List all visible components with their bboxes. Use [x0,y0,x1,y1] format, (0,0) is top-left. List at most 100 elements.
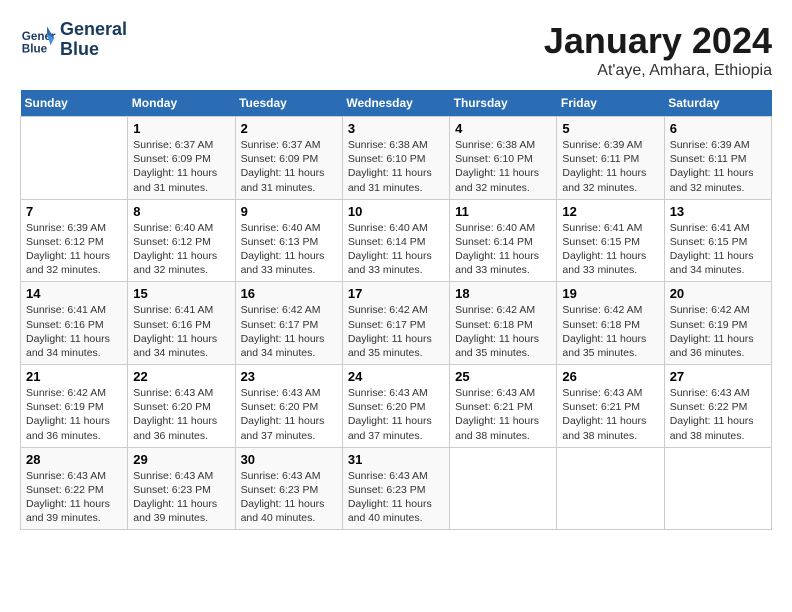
day-info: Sunrise: 6:41 AM Sunset: 6:16 PM Dayligh… [133,303,229,360]
day-number: 9 [241,204,337,219]
calendar-cell: 10 Sunrise: 6:40 AM Sunset: 6:14 PM Dayli… [342,199,449,282]
day-number: 18 [455,286,551,301]
calendar-cell: 31Sunrise: 6:43 AM Sunset: 6:23 PM Dayli… [342,447,449,530]
day-info: Sunrise: 6:42 AM Sunset: 6:18 PM Dayligh… [455,303,551,360]
day-info: Sunrise: 6:40 AM Sunset: 6:14 PM Dayligh… [455,221,551,278]
calendar-table: Sunday Monday Tuesday Wednesday Thursday… [20,90,772,530]
day-info: Sunrise: 6:38 AM Sunset: 6:10 PM Dayligh… [455,138,551,195]
day-number: 30 [241,452,337,467]
calendar-cell: 5 Sunrise: 6:39 AM Sunset: 6:11 PM Daylig… [557,117,664,200]
day-info: Sunrise: 6:42 AM Sunset: 6:19 PM Dayligh… [26,386,122,443]
calendar-cell: 19 Sunrise: 6:42 AM Sunset: 6:18 PM Dayli… [557,282,664,365]
day-info: Sunrise: 6:38 AM Sunset: 6:10 PM Dayligh… [348,138,444,195]
day-info: Sunrise: 6:40 AM Sunset: 6:13 PM Dayligh… [241,221,337,278]
day-number: 14 [26,286,122,301]
day-info: Sunrise: 6:39 AM Sunset: 6:11 PM Dayligh… [670,138,766,195]
day-number: 16 [241,286,337,301]
day-info: Sunrise: 6:42 AM Sunset: 6:19 PM Dayligh… [670,303,766,360]
day-number: 24 [348,369,444,384]
day-number: 10 [348,204,444,219]
day-info: Sunrise: 6:37 AM Sunset: 6:09 PM Dayligh… [241,138,337,195]
calendar-cell: 9 Sunrise: 6:40 AM Sunset: 6:13 PM Daylig… [235,199,342,282]
calendar-header: Sunday Monday Tuesday Wednesday Thursday… [21,90,772,117]
day-info: Sunrise: 6:43 AM Sunset: 6:20 PM Dayligh… [133,386,229,443]
day-info: Sunrise: 6:39 AM Sunset: 6:11 PM Dayligh… [562,138,658,195]
day-info: Sunrise: 6:40 AM Sunset: 6:12 PM Dayligh… [133,221,229,278]
calendar-cell: 25Sunrise: 6:43 AM Sunset: 6:21 PM Dayli… [450,365,557,448]
day-number: 11 [455,204,551,219]
title-area: January 2024 At'aye, Amhara, Ethiopia [544,20,772,80]
day-info: Sunrise: 6:42 AM Sunset: 6:18 PM Dayligh… [562,303,658,360]
calendar-cell [664,447,771,530]
calendar-cell [557,447,664,530]
month-title: January 2024 [544,20,772,62]
day-number: 8 [133,204,229,219]
calendar-week-2: 7 Sunrise: 6:39 AM Sunset: 6:12 PM Daylig… [21,199,772,282]
day-number: 5 [562,121,658,136]
calendar-cell: 22 Sunrise: 6:43 AM Sunset: 6:20 PM Dayli… [128,365,235,448]
calendar-cell: 29Sunrise: 6:43 AM Sunset: 6:23 PM Dayli… [128,447,235,530]
day-info: Sunrise: 6:43 AM Sunset: 6:23 PM Dayligh… [241,469,337,526]
day-info: Sunrise: 6:41 AM Sunset: 6:15 PM Dayligh… [562,221,658,278]
day-number: 20 [670,286,766,301]
calendar-week-1: 1 Sunrise: 6:37 AM Sunset: 6:09 PM Daylig… [21,117,772,200]
calendar-cell: 16 Sunrise: 6:42 AM Sunset: 6:17 PM Dayli… [235,282,342,365]
day-info: Sunrise: 6:43 AM Sunset: 6:21 PM Dayligh… [562,386,658,443]
header-sunday: Sunday [21,90,128,117]
day-info: Sunrise: 6:43 AM Sunset: 6:22 PM Dayligh… [670,386,766,443]
day-info: Sunrise: 6:39 AM Sunset: 6:12 PM Dayligh… [26,221,122,278]
calendar-cell [21,117,128,200]
calendar-cell: 21 Sunrise: 6:42 AM Sunset: 6:19 PM Dayli… [21,365,128,448]
calendar-cell: 6 Sunrise: 6:39 AM Sunset: 6:11 PM Daylig… [664,117,771,200]
day-info: Sunrise: 6:42 AM Sunset: 6:17 PM Dayligh… [241,303,337,360]
day-number: 23 [241,369,337,384]
day-number: 1 [133,121,229,136]
day-info: Sunrise: 6:43 AM Sunset: 6:22 PM Dayligh… [26,469,122,526]
day-info: Sunrise: 6:41 AM Sunset: 6:15 PM Dayligh… [670,221,766,278]
calendar-cell: 11 Sunrise: 6:40 AM Sunset: 6:14 PM Dayli… [450,199,557,282]
calendar-cell: 3 Sunrise: 6:38 AM Sunset: 6:10 PM Daylig… [342,117,449,200]
header-monday: Monday [128,90,235,117]
day-number: 22 [133,369,229,384]
calendar-body: 1 Sunrise: 6:37 AM Sunset: 6:09 PM Daylig… [21,117,772,530]
calendar-cell: 30 Sunrise: 6:43 AM Sunset: 6:23 PM Dayli… [235,447,342,530]
location-subtitle: At'aye, Amhara, Ethiopia [544,62,772,80]
calendar-cell: 4 Sunrise: 6:38 AM Sunset: 6:10 PM Daylig… [450,117,557,200]
logo: General Blue General Blue [20,20,127,60]
day-number: 19 [562,286,658,301]
header-wednesday: Wednesday [342,90,449,117]
day-number: 3 [348,121,444,136]
header-friday: Friday [557,90,664,117]
calendar-cell: 23 Sunrise: 6:43 AM Sunset: 6:20 PM Dayli… [235,365,342,448]
calendar-week-3: 14 Sunrise: 6:41 AM Sunset: 6:16 PM Dayli… [21,282,772,365]
header-thursday: Thursday [450,90,557,117]
day-number: 7 [26,204,122,219]
calendar-cell: 13Sunrise: 6:41 AM Sunset: 6:15 PM Dayli… [664,199,771,282]
day-info: Sunrise: 6:43 AM Sunset: 6:21 PM Dayligh… [455,386,551,443]
day-info: Sunrise: 6:43 AM Sunset: 6:20 PM Dayligh… [241,386,337,443]
calendar-cell: 20 Sunrise: 6:42 AM Sunset: 6:19 PM Dayli… [664,282,771,365]
day-info: Sunrise: 6:43 AM Sunset: 6:20 PM Dayligh… [348,386,444,443]
header-saturday: Saturday [664,90,771,117]
calendar-cell [450,447,557,530]
day-number: 21 [26,369,122,384]
calendar-cell: 7 Sunrise: 6:39 AM Sunset: 6:12 PM Daylig… [21,199,128,282]
calendar-cell: 24 Sunrise: 6:43 AM Sunset: 6:20 PM Dayli… [342,365,449,448]
page-header: General Blue General Blue January 2024 A… [20,20,772,80]
calendar-cell: 27 Sunrise: 6:43 AM Sunset: 6:22 PM Dayli… [664,365,771,448]
day-number: 27 [670,369,766,384]
calendar-cell: 12Sunrise: 6:41 AM Sunset: 6:15 PM Dayli… [557,199,664,282]
day-info: Sunrise: 6:41 AM Sunset: 6:16 PM Dayligh… [26,303,122,360]
day-number: 2 [241,121,337,136]
calendar-cell: 15 Sunrise: 6:41 AM Sunset: 6:16 PM Dayli… [128,282,235,365]
day-info: Sunrise: 6:43 AM Sunset: 6:23 PM Dayligh… [348,469,444,526]
calendar-cell: 8 Sunrise: 6:40 AM Sunset: 6:12 PM Daylig… [128,199,235,282]
day-number: 4 [455,121,551,136]
calendar-week-4: 21 Sunrise: 6:42 AM Sunset: 6:19 PM Dayli… [21,365,772,448]
day-info: Sunrise: 6:40 AM Sunset: 6:14 PM Dayligh… [348,221,444,278]
day-number: 6 [670,121,766,136]
day-number: 15 [133,286,229,301]
calendar-cell: 2 Sunrise: 6:37 AM Sunset: 6:09 PM Daylig… [235,117,342,200]
day-info: Sunrise: 6:43 AM Sunset: 6:23 PM Dayligh… [133,469,229,526]
logo-text-line1: General [60,20,127,40]
